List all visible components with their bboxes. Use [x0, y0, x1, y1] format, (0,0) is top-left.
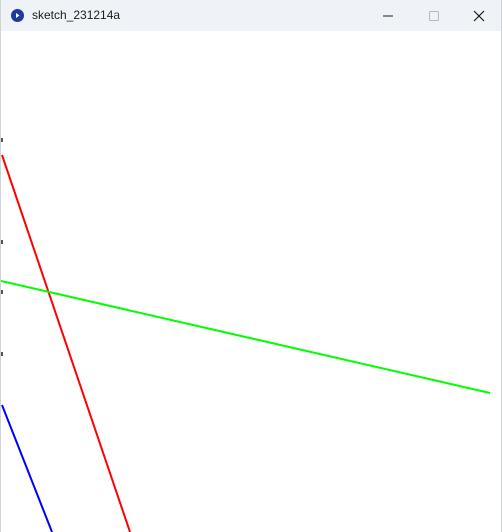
close-button[interactable]: [456, 0, 502, 31]
window-edge-mark: [1, 290, 3, 294]
blue-line: [1, 404, 53, 532]
red-line: [1, 154, 131, 532]
window-edge-mark: [1, 352, 3, 356]
title-bar[interactable]: sketch_231214a: [1, 0, 501, 31]
window-edge-mark: [1, 240, 3, 244]
sketch-canvas[interactable]: [1, 31, 501, 532]
window-title: sketch_231214a: [32, 8, 121, 22]
minimize-button[interactable]: [365, 0, 411, 31]
minimize-icon: [383, 11, 393, 21]
maximize-icon: [429, 10, 439, 21]
green-line: [1, 280, 491, 394]
close-icon: [473, 10, 485, 22]
sketch-window: sketch_231214a: [0, 0, 502, 532]
processing-app-icon: [11, 9, 24, 22]
maximize-button[interactable]: [411, 0, 457, 31]
window-edge-mark: [1, 138, 3, 142]
